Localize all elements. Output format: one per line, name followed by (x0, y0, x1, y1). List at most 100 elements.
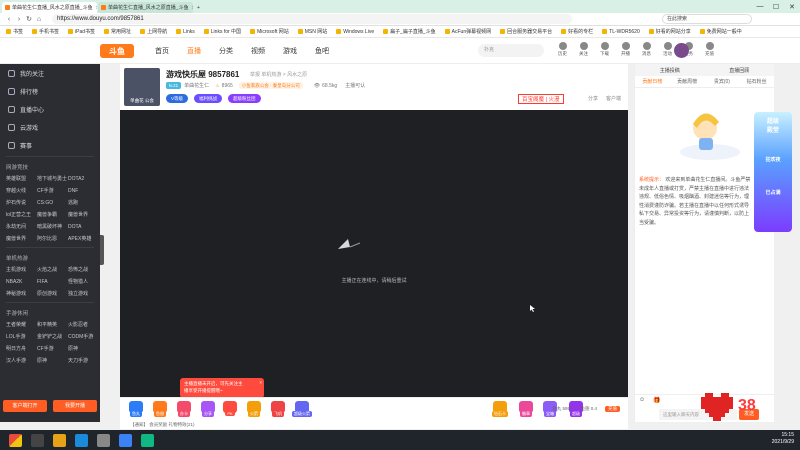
game-category-link[interactable]: 天刀手游 (68, 355, 99, 367)
bookmark-item[interactable]: 常用网址 (104, 28, 131, 35)
gift-item[interactable]: 办卡 (174, 401, 194, 417)
bookmark-item[interactable]: 好看的网站分享 (648, 28, 691, 35)
bookmark-item[interactable]: 手机书签 (32, 28, 59, 35)
tab-vip[interactable]: 贵宾(0) (705, 78, 740, 85)
gift-item[interactable]: 飞机 (268, 401, 288, 417)
tab-daily-rank[interactable]: 贡献日榜 (635, 78, 670, 85)
maximize-button[interactable]: ☐ (768, 0, 784, 13)
back-icon[interactable]: ‹ (4, 16, 14, 23)
douyu-logo[interactable]: 斗鱼 (100, 44, 134, 58)
game-category-link[interactable]: 阿尔比恩 (37, 233, 68, 245)
gift-item[interactable]: 超级火箭 (292, 401, 312, 417)
game-category-link[interactable]: 和平精英 (37, 319, 68, 331)
header-icon-button[interactable]: 关注 (573, 42, 594, 62)
header-icon-button[interactable]: 消息 (636, 42, 657, 62)
game-category-link[interactable]: DOTA (68, 221, 99, 233)
bookmark-item[interactable]: TL-WDR5620 (602, 29, 640, 35)
game-category-link[interactable]: 原神 (68, 343, 99, 355)
game-category-link[interactable]: FIFA (37, 276, 68, 288)
new-tab-button[interactable]: + (194, 2, 203, 13)
refresh-icon[interactable]: ↻ (24, 15, 34, 23)
bookmark-item[interactable]: AcFun弹幕视频网 (444, 28, 491, 35)
game-category-link[interactable]: 地下城与勇士 (37, 173, 68, 185)
game-category-link[interactable]: 汉人手游 (6, 355, 37, 367)
nav-item[interactable]: 分类 (219, 46, 233, 56)
gift-item[interactable]: 钻石卡 (490, 401, 510, 417)
game-category-link[interactable]: 逃跑 (68, 197, 99, 209)
bookmark-item[interactable]: 回合服务器交易平台 (500, 28, 552, 35)
game-category-link[interactable]: 魔兽世界 (68, 209, 99, 221)
game-category-link[interactable]: 永劫无间 (6, 221, 37, 233)
browser-tab[interactable]: 单曲花生仁直播_风水之原直播_斗鱼 ✕ (98, 2, 193, 13)
level-pill[interactable]: V等级 (166, 94, 189, 103)
fans-pill[interactable]: 超级粉丝团 (228, 94, 261, 103)
game-category-link[interactable]: 暗黑破坏神 (37, 221, 68, 233)
bookmark-item[interactable]: 好看的专栏 (561, 28, 593, 35)
nav-item[interactable]: 视频 (251, 46, 265, 56)
live-replay-tab[interactable]: 直播回顾 (705, 67, 775, 74)
site-search-input[interactable]: 扑克 (478, 44, 544, 57)
bookmark-item[interactable]: Links for 中国 (203, 28, 241, 35)
welfare-pill[interactable]: 福利挑战 (194, 94, 223, 103)
side-ad-banner[interactable]: 超级 殿堂 狂欢夜 已占满 (754, 112, 792, 232)
bookmark-item[interactable]: 上网导航 (140, 28, 167, 35)
streamer-posts-tab[interactable]: 主播投稿 (635, 67, 705, 74)
game-category-link[interactable]: 原创游戏 (37, 288, 68, 300)
game-category-link[interactable]: CF手游 (37, 185, 68, 197)
game-category-link[interactable]: APEX英雄 (68, 233, 99, 245)
game-category-link[interactable]: 恐怖之战 (68, 264, 99, 276)
room-category[interactable]: 举报 单机热游 > 风水之原 (250, 71, 307, 78)
bookmark-item[interactable]: 扁子_扁子直播_斗鱼 (383, 28, 436, 35)
game-category-link[interactable]: 神秘游戏 (6, 288, 37, 300)
game-category-link[interactable]: 怪物猎人 (68, 276, 99, 288)
game-category-link[interactable]: 魔兽争霸 (37, 209, 68, 221)
sidebar-item[interactable]: 我的关注 (0, 64, 100, 82)
sidebar-collapse-handle[interactable] (100, 235, 104, 265)
sidebar-item[interactable]: 直播中心 (0, 100, 100, 118)
header-icon-button[interactable]: 开播 (615, 42, 636, 62)
game-category-link[interactable]: 英雄联盟 (6, 173, 37, 185)
user-avatar[interactable] (674, 43, 689, 58)
tab-diamond-fans[interactable]: 钻石粉丝 (739, 78, 774, 85)
recharge-button[interactable]: 充值 (605, 406, 620, 412)
nav-item[interactable]: 游戏 (283, 46, 297, 56)
sidebar-item[interactable]: 赛事 (0, 136, 100, 154)
game-category-link[interactable]: 原神 (37, 355, 68, 367)
nav-item[interactable]: 直播 (187, 46, 201, 56)
notice-close-icon[interactable]: × (259, 379, 262, 386)
game-category-link[interactable]: CODM手游 (68, 331, 99, 343)
header-icon-button[interactable]: 历史 (552, 42, 573, 62)
gift-item[interactable]: 分享 (198, 401, 218, 417)
app-icon[interactable] (119, 433, 132, 447)
mail-icon[interactable] (97, 433, 110, 447)
bookmark-item[interactable]: Links (176, 29, 195, 35)
start-stream-button[interactable]: 我要开播 (53, 400, 97, 412)
gift-item[interactable]: 火箭 (244, 401, 264, 417)
close-tab-icon[interactable]: ✕ (192, 5, 193, 11)
home-icon[interactable]: ⌂ (34, 16, 44, 23)
bookmark-item[interactable]: iPad书签 (68, 28, 95, 35)
files-icon[interactable] (53, 433, 66, 447)
game-category-link[interactable]: 独立游戏 (68, 288, 99, 300)
client-button[interactable]: 客户端 (606, 95, 621, 102)
close-window-button[interactable]: ✕ (784, 0, 800, 13)
bookmark-item[interactable]: 书签 (6, 28, 23, 35)
minimize-button[interactable]: — (752, 0, 768, 13)
url-input[interactable]: https://www.douyu.com/9857861 (52, 14, 572, 24)
bookmark-item[interactable]: Microsoft 网站 (250, 28, 289, 35)
game-category-link[interactable]: 主机游戏 (6, 264, 37, 276)
share-button[interactable]: 分享 (588, 95, 598, 102)
sidebar-item[interactable]: 排行榜 (0, 82, 100, 100)
game-category-link[interactable]: 火焰之战 (37, 264, 68, 276)
search-icon[interactable] (31, 433, 44, 447)
browser-search-input[interactable]: 在此搜索 (662, 14, 752, 24)
emoji-icon[interactable]: ☺ (639, 397, 645, 404)
bookmark-item[interactable]: MSN 网站 (297, 28, 327, 35)
game-category-link[interactable]: CS:GO (37, 197, 68, 209)
gift-item[interactable]: 鱼翅 (150, 401, 170, 417)
nav-item[interactable]: 鱼吧 (315, 46, 329, 56)
game-category-link[interactable]: NBA2K (6, 276, 37, 288)
streamer-name[interactable]: 单曲花生仁 (184, 82, 209, 89)
video-player[interactable]: 主播正在连线中，请稍后重试 主播直播未开启，可先关注主 播享受开播提醒哦~ × (120, 110, 628, 398)
header-icon-button[interactable]: 充值 (699, 42, 720, 62)
